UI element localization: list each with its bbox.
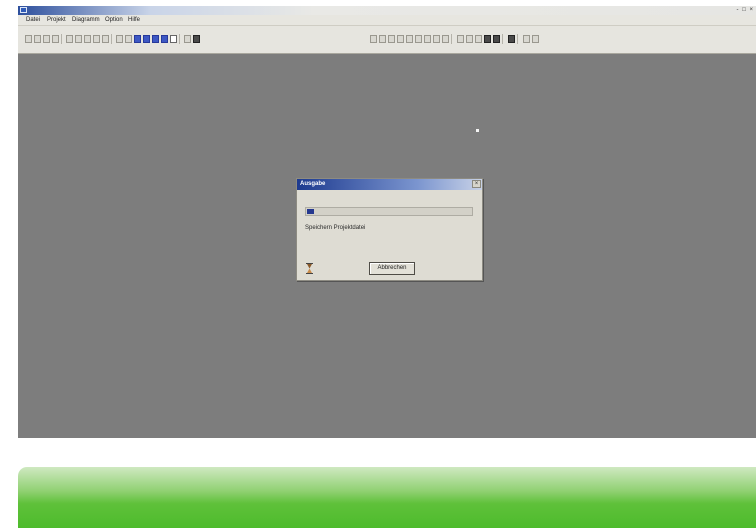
grid-icon[interactable]: [370, 35, 377, 43]
check-icon[interactable]: [125, 35, 132, 43]
toolbar-separator: [451, 34, 452, 44]
sum-icon[interactable]: [466, 35, 473, 43]
hourglass-icon: [306, 263, 313, 274]
progress-fill: [307, 209, 314, 214]
cursor-mark: [476, 129, 479, 132]
dialog-title-bar: Ausgabe ×: [297, 179, 482, 190]
blue-view-icon[interactable]: [143, 35, 150, 43]
copy-icon[interactable]: [93, 35, 100, 43]
toolbar-separator: [517, 34, 518, 44]
redo-icon[interactable]: [75, 35, 82, 43]
menu-diagramm[interactable]: Diagramm: [72, 15, 100, 25]
grid-icon[interactable]: [424, 35, 431, 43]
menu-hilfe[interactable]: Hilfe: [128, 15, 140, 25]
cut-icon[interactable]: [84, 35, 91, 43]
grid-icon[interactable]: [406, 35, 413, 43]
toolbar-separator: [111, 34, 112, 44]
blue-view-icon[interactable]: [134, 35, 141, 43]
grid-icon[interactable]: [415, 35, 422, 43]
close-icon[interactable]: ×: [472, 180, 481, 188]
cancel-button[interactable]: Abbrechen: [369, 262, 415, 275]
grid-icon[interactable]: [388, 35, 395, 43]
box-icon[interactable]: [493, 35, 500, 43]
footer-green-bar: [18, 467, 756, 528]
paste-icon[interactable]: [102, 35, 109, 43]
toolbar-separator: [502, 34, 503, 44]
menu-option[interactable]: Option: [105, 15, 123, 25]
menu-bar: Datei Projekt Diagramm Option Hilfe: [18, 15, 756, 26]
open-file-icon[interactable]: [34, 35, 41, 43]
box-icon[interactable]: [484, 35, 491, 43]
binoculars-icon[interactable]: [508, 35, 515, 43]
arrow-icon[interactable]: [52, 35, 59, 43]
zoom-icon[interactable]: [523, 35, 530, 43]
window-controls[interactable]: - □ ×: [737, 6, 754, 15]
hat-icon[interactable]: [184, 35, 191, 43]
toolbar: [18, 26, 756, 54]
filter-icon[interactable]: [116, 35, 123, 43]
menu-datei[interactable]: Datei: [26, 15, 40, 25]
menu-projekt[interactable]: Projekt: [47, 15, 66, 25]
arrow-right-icon[interactable]: [457, 35, 464, 43]
folder-icon[interactable]: [43, 35, 50, 43]
progress-dialog: Ausgabe × Speichern Projektdatei Abbrech…: [296, 178, 483, 281]
status-message: Speichern Projektdatei: [305, 225, 366, 231]
title-bar: - □ ×: [18, 6, 756, 15]
blue-view-icon[interactable]: [152, 35, 159, 43]
undo-icon[interactable]: [66, 35, 73, 43]
table-icon[interactable]: [475, 35, 482, 43]
toolbar-separator: [61, 34, 62, 44]
grid-icon[interactable]: [397, 35, 404, 43]
grid-icon[interactable]: [442, 35, 449, 43]
blue-view-icon[interactable]: [161, 35, 168, 43]
print-icon[interactable]: [193, 35, 200, 43]
zoom-icon[interactable]: [532, 35, 539, 43]
grid-icon[interactable]: [433, 35, 440, 43]
doc-icon[interactable]: [170, 35, 177, 43]
progress-bar: [305, 207, 473, 216]
app-icon: [20, 7, 27, 13]
grid-icon[interactable]: [379, 35, 386, 43]
dialog-title: Ausgabe: [300, 181, 326, 187]
toolbar-separator: [179, 34, 180, 44]
new-file-icon[interactable]: [25, 35, 32, 43]
